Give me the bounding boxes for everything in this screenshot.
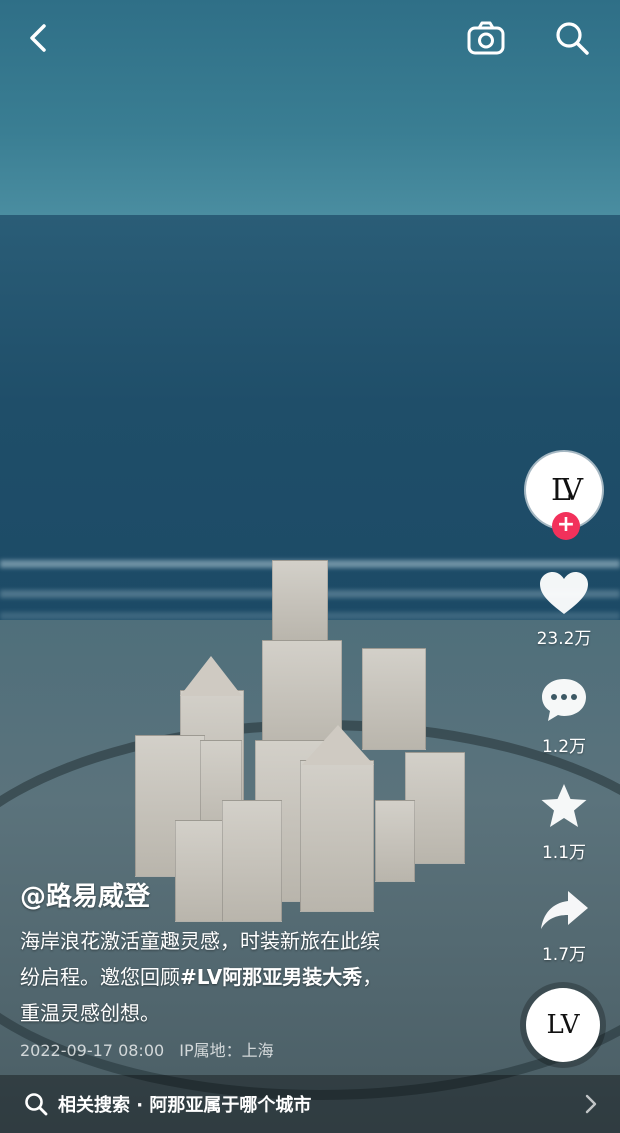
chevron-right-icon: [585, 1094, 597, 1114]
music-disc[interactable]: LV: [526, 988, 600, 1062]
heart-icon: [540, 572, 588, 614]
share-button[interactable]: 1.7万: [524, 888, 604, 965]
author-name[interactable]: @路易威登: [20, 876, 460, 913]
caption-line: 重温灵感创想。: [20, 1001, 160, 1025]
caption-text: 纷启程。邀您回顾: [20, 965, 180, 989]
share-icon: [541, 891, 588, 929]
camera-button[interactable]: [466, 18, 506, 58]
camera-icon: [467, 21, 505, 55]
back-button[interactable]: [18, 18, 58, 58]
follow-button[interactable]: +: [552, 512, 580, 540]
like-count: 23.2万: [536, 629, 592, 649]
post-info: @路易威登 海岸浪花激活童趣灵感，时装新旅在此缤 纷启程。邀您回顾#LV阿那亚男…: [20, 876, 460, 1061]
post-date: 2022-09-17 08:00: [20, 1041, 165, 1060]
author-avatar-group[interactable]: LV +: [526, 452, 602, 540]
like-button[interactable]: 23.2万: [524, 570, 604, 649]
favorite-count: 1.1万: [541, 843, 587, 863]
share-count: 1.7万: [541, 945, 587, 965]
comment-icon: [542, 679, 586, 721]
hashtag-link[interactable]: #LV阿那亚男装大秀: [180, 965, 362, 989]
comment-count: 1.2万: [541, 737, 587, 757]
caption-line: 纷启程。邀您回顾#LV阿那亚男装大秀，: [20, 959, 460, 995]
caption-line: 海岸浪花激活童趣灵感，时装新旅在此缤: [20, 929, 380, 953]
favorite-button[interactable]: 1.1万: [524, 782, 604, 863]
star-icon: [541, 784, 587, 827]
sculpture-roof: [302, 725, 374, 765]
post-meta: 2022-09-17 08:00 IP属地：上海: [20, 1037, 460, 1061]
search-icon: [556, 22, 589, 55]
related-search-label: 相关搜索 · 阿那亚属于哪个城市: [58, 1095, 312, 1116]
search-icon: [25, 1093, 48, 1116]
back-arrow-icon: [30, 24, 46, 52]
ip-location: IP属地：上海: [179, 1041, 274, 1060]
sculpture-block: [375, 800, 415, 882]
post-caption: 海岸浪花激活童趣灵感，时装新旅在此缤 纷启程。邀您回顾#LV阿那亚男装大秀， 重…: [20, 923, 460, 1031]
search-button[interactable]: [552, 18, 592, 58]
sculpture-roof: [180, 656, 242, 696]
caption-text: ，: [362, 965, 383, 989]
comment-button[interactable]: 1.2万: [524, 676, 604, 757]
sculpture-tower: [272, 560, 328, 642]
related-search-bar[interactable]: 相关搜索 · 阿那亚属于哪个城市: [0, 1075, 620, 1133]
top-bar: [0, 0, 620, 80]
